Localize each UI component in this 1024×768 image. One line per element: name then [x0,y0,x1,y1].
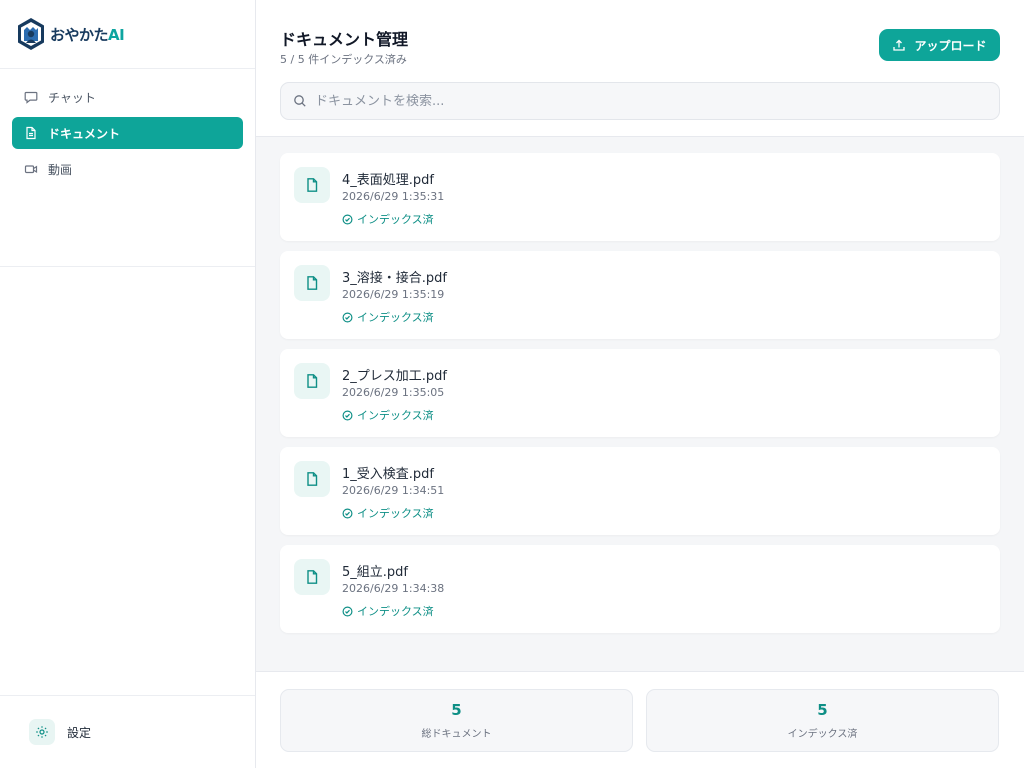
page-title: ドキュメント管理 [280,30,409,49]
file-icon [294,265,330,301]
check-circle-icon [342,214,353,224]
document-date: 2026/6/29 1:34:51 [342,484,445,497]
settings-label: 設定 [67,725,92,740]
file-icon [294,363,330,399]
document-name: 5_組立.pdf [342,565,408,580]
check-circle-icon [342,508,353,518]
logo-icon [18,18,44,50]
document-name: 3_溶接・接合.pdf [342,271,447,286]
document-date: 2026/6/29 1:35:19 [342,288,445,301]
stat-value: 5 [451,701,462,719]
document-date: 2026/6/29 1:34:38 [342,582,445,595]
status-badge: インデックス済 [342,603,434,619]
status-badge: インデックス済 [342,505,434,521]
status-badge: インデックス済 [342,309,434,325]
file-icon [294,167,330,203]
file-icon [294,559,330,595]
file-icon [294,461,330,497]
status-label: インデックス済 [357,409,434,422]
check-circle-icon [342,312,353,322]
document-list: 4_表面処理.pdf 2026/6/29 1:35:31 インデックス済 3_溶… [256,137,1024,671]
stats-footer: 5 総ドキュメント 5 インデックス済 [256,671,1024,768]
status-badge: インデックス済 [342,407,434,423]
document-name: 1_受入検査.pdf [342,467,434,482]
document-card[interactable]: 2_プレス加工.pdf 2026/6/29 1:35:05 インデックス済 [280,349,1000,437]
document-name: 2_プレス加工.pdf [342,369,447,384]
status-badge: インデックス済 [342,211,434,227]
main-content: ドキュメント管理 5 / 5 件インデックス済み アップロード 4_表面処理.p… [256,0,1024,768]
status-label: インデックス済 [357,507,434,520]
sidebar-item-label: 動画 [48,162,73,177]
sidebar-item-video[interactable]: 動画 [12,153,243,185]
stat-label: インデックス済 [787,729,858,740]
stat-label: 総ドキュメント [421,729,492,740]
stat-indexed: 5 インデックス済 [646,689,999,752]
status-label: インデックス済 [357,213,434,226]
sidebar-item-label: ドキュメント [48,126,121,141]
status-label: インデックス済 [357,311,434,324]
sidebar-item-label: チャット [48,90,96,105]
document-card[interactable]: 3_溶接・接合.pdf 2026/6/29 1:35:19 インデックス済 [280,251,1000,339]
sidebar-item-documents[interactable]: ドキュメント [12,117,243,149]
stat-total-documents: 5 総ドキュメント [280,689,633,752]
settings-button[interactable]: 設定 [0,695,255,768]
chat-icon [24,90,38,104]
document-card[interactable]: 1_受入検査.pdf 2026/6/29 1:34:51 インデックス済 [280,447,1000,535]
video-icon [24,162,38,176]
check-circle-icon [342,410,353,420]
stat-value: 5 [817,701,828,719]
sidebar: おやかたAI チャット ドキュメント 動画 設定 [0,0,256,768]
page-header: ドキュメント管理 5 / 5 件インデックス済み アップロード [256,0,1024,137]
upload-button[interactable]: アップロード [879,29,1000,61]
gear-icon [29,719,55,745]
search-bar [280,82,1000,120]
status-label: インデックス済 [357,605,434,618]
search-icon [294,95,306,107]
document-icon [24,126,38,140]
sidebar-nav: チャット ドキュメント 動画 [0,69,255,267]
search-input[interactable] [315,93,975,109]
upload-label: アップロード [914,38,987,53]
document-card[interactable]: 4_表面処理.pdf 2026/6/29 1:35:31 インデックス済 [280,153,1000,241]
logo[interactable]: おやかたAI [0,0,255,69]
brand-name: おやかたAI [50,25,125,44]
document-date: 2026/6/29 1:35:05 [342,386,445,399]
sidebar-item-chat[interactable]: チャット [12,81,243,113]
document-name: 4_表面処理.pdf [342,173,434,188]
upload-icon [893,39,906,51]
check-circle-icon [342,606,353,616]
document-date: 2026/6/29 1:35:31 [342,190,445,203]
document-card[interactable]: 5_組立.pdf 2026/6/29 1:34:38 インデックス済 [280,545,1000,633]
index-count: 5 / 5 件インデックス済み [280,53,407,66]
